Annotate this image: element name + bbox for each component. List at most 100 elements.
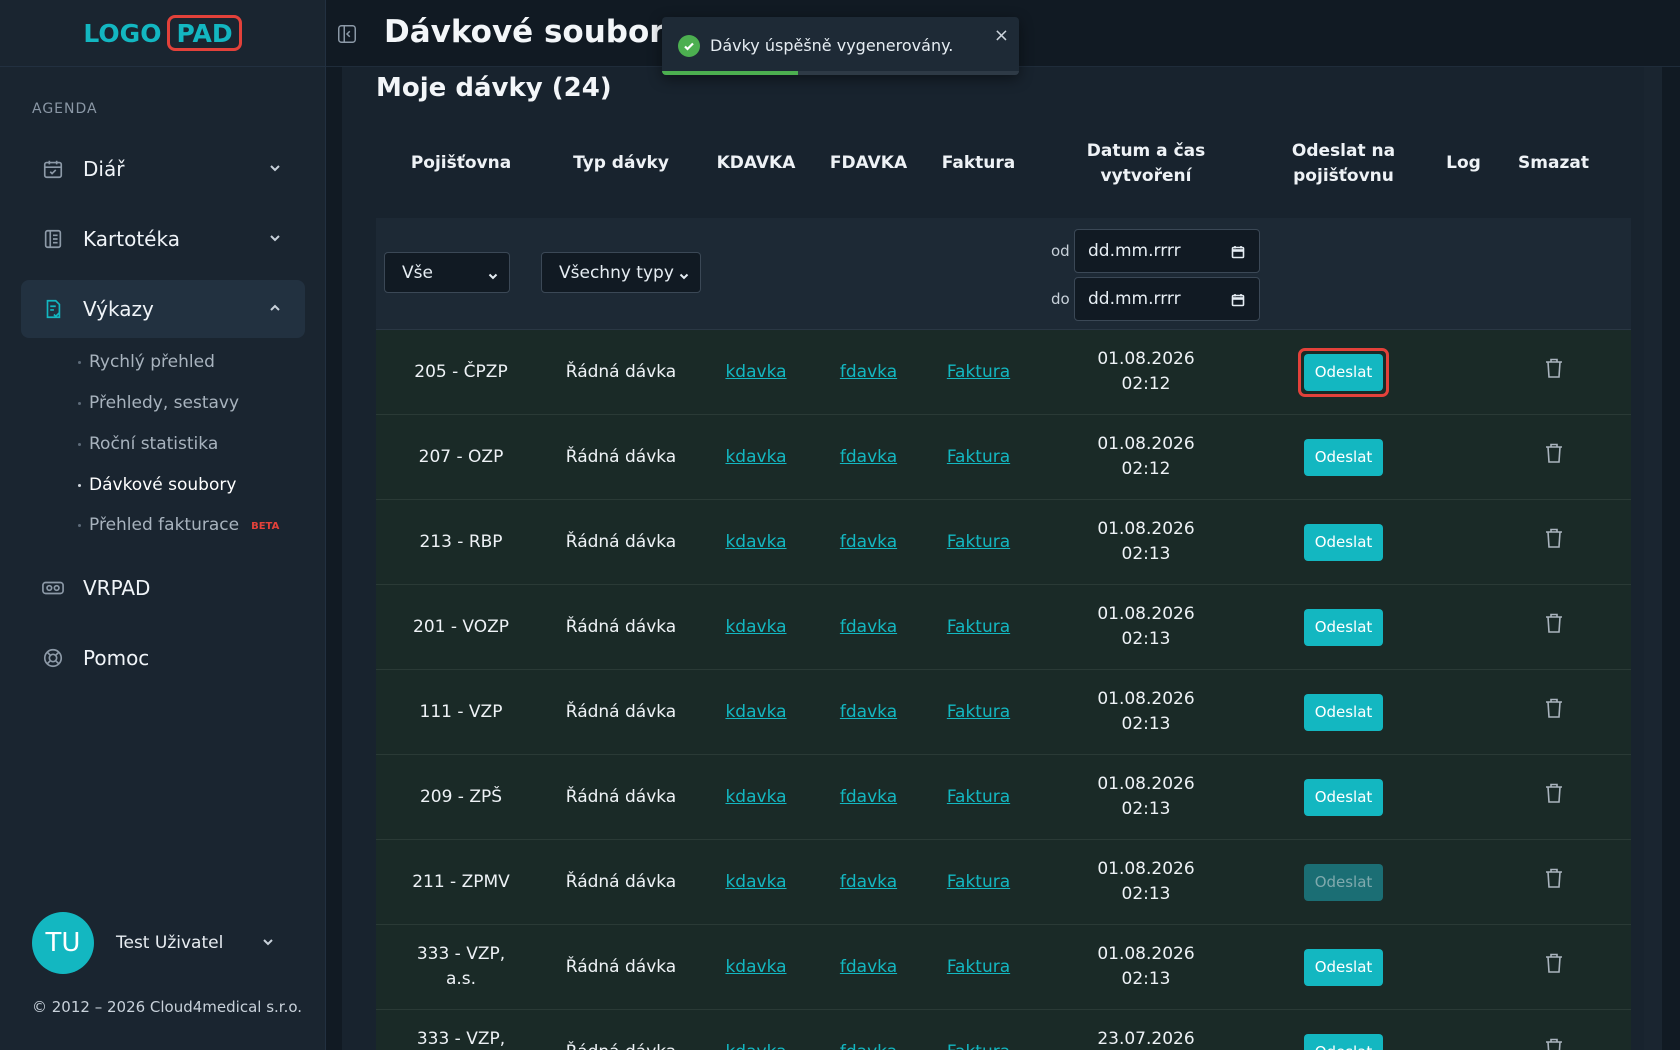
faktura-link[interactable]: Faktura <box>947 532 1010 552</box>
faktura-link[interactable]: Faktura <box>947 1042 1010 1050</box>
insurer-line1: 209 - ZPŠ <box>419 786 503 807</box>
created-date: 01.08.2026 <box>1097 774 1195 794</box>
cell-smazat <box>1496 697 1611 727</box>
user-menu[interactable]: TU Test Uživatel <box>32 912 273 974</box>
type-filter-select[interactable]: Všechny typy <box>541 252 701 293</box>
date-to-input[interactable]: dd.mm.rrrr <box>1074 277 1260 321</box>
kdavka-link[interactable]: kdavka <box>725 702 786 722</box>
send-button[interactable]: Odeslat <box>1303 438 1384 476</box>
cell-datum: 01.08.2026 02:13 <box>1036 517 1256 567</box>
fdavka-link[interactable]: fdavka <box>840 532 897 552</box>
trash-icon[interactable] <box>1544 527 1564 549</box>
sidebar-subitem-rocni-statistika[interactable]: Roční statistika <box>78 434 218 454</box>
col-typ[interactable]: Typ dávky <box>546 151 696 176</box>
faktura-link[interactable]: Faktura <box>947 957 1010 977</box>
toast-progress <box>662 71 1019 75</box>
faktura-link[interactable]: Faktura <box>947 617 1010 637</box>
fdavka-link[interactable]: fdavka <box>840 872 897 892</box>
trash-icon[interactable] <box>1544 612 1564 634</box>
created-time: 02:13 <box>1121 799 1171 819</box>
calendar-icon[interactable] <box>1231 244 1245 259</box>
trash-icon[interactable] <box>1544 697 1564 719</box>
send-button[interactable]: Odeslat <box>1303 778 1384 816</box>
success-toast: Dávky úspěšně vygenerovány. × <box>662 17 1019 75</box>
cell-smazat <box>1496 612 1611 642</box>
section-title: Moje dávky (24) <box>376 73 612 103</box>
sidebar-item-kartoteka[interactable]: Kartotéka <box>21 210 305 268</box>
fdavka-link[interactable]: fdavka <box>840 447 897 467</box>
fdavka-link[interactable]: fdavka <box>840 617 897 637</box>
cell-pojistovna: 211 - ZPMV <box>376 870 546 895</box>
kdavka-link[interactable]: kdavka <box>725 447 786 467</box>
sidebar-subitem-davkove-soubory[interactable]: Dávkové soubory <box>78 475 236 495</box>
kdavka-link[interactable]: kdavka <box>725 617 786 637</box>
calendar-icon[interactable] <box>1231 292 1245 307</box>
sidebar-subitem-prehledy-sestavy[interactable]: Přehledy, sestavy <box>78 393 239 413</box>
scrollbar[interactable] <box>1644 67 1662 1050</box>
trash-icon[interactable] <box>1544 782 1564 804</box>
cell-datum: 01.08.2026 02:13 <box>1036 687 1256 737</box>
send-button[interactable]: Odeslat <box>1303 948 1384 986</box>
kdavka-link[interactable]: kdavka <box>725 1042 786 1050</box>
cell-odeslat: Odeslat <box>1256 778 1431 816</box>
kdavka-link[interactable]: kdavka <box>725 362 786 382</box>
trash-icon[interactable] <box>1544 1037 1564 1050</box>
chevron-down-icon <box>260 934 276 950</box>
kdavka-link[interactable]: kdavka <box>725 787 786 807</box>
kdavka-link[interactable]: kdavka <box>725 872 786 892</box>
cell-typ: Řádná dávka <box>546 615 696 640</box>
book-icon <box>41 227 65 251</box>
sidebar-collapse-icon[interactable] <box>336 23 358 45</box>
bullet-dot <box>78 360 81 364</box>
faktura-link[interactable]: Faktura <box>947 447 1010 467</box>
col-pojistovna[interactable]: Pojišťovna <box>376 151 546 176</box>
kdavka-link[interactable]: kdavka <box>725 532 786 552</box>
send-button[interactable]: Odeslat <box>1303 608 1384 646</box>
trash-icon[interactable] <box>1544 357 1564 379</box>
cell-typ: Řádná dávka <box>546 530 696 555</box>
fdavka-link[interactable]: fdavka <box>840 702 897 722</box>
col-datum[interactable]: Datum a čas vytvoření <box>1036 139 1256 189</box>
trash-icon[interactable] <box>1544 867 1564 889</box>
sidebar-item-pomoc[interactable]: Pomoc <box>21 629 305 687</box>
send-button[interactable]: Odeslat <box>1303 1033 1384 1050</box>
faktura-link[interactable]: Faktura <box>947 787 1010 807</box>
fdavka-link[interactable]: fdavka <box>840 787 897 807</box>
trash-icon[interactable] <box>1544 952 1564 974</box>
lifebuoy-icon <box>41 646 65 670</box>
table-header: Pojišťovna Typ dávky KDAVKA FDAVKA Faktu… <box>376 109 1631 218</box>
cell-typ: Řádná dávka <box>546 870 696 895</box>
date-from-input[interactable]: dd.mm.rrrr <box>1074 229 1260 273</box>
cell-datum: 23.07.202600:15 <box>1036 1027 1256 1050</box>
logo[interactable]: LOGO PAD <box>83 15 242 51</box>
sidebar-subitem-prehled-fakturace[interactable]: Přehled fakturace BETA <box>78 515 279 535</box>
sidebar-item-vykazy[interactable]: Výkazy <box>21 280 305 338</box>
send-button[interactable]: Odeslat <box>1303 863 1384 901</box>
sidebar-item-vrpad[interactable]: VRPAD <box>21 559 305 617</box>
check-circle-icon <box>678 35 700 57</box>
fdavka-link[interactable]: fdavka <box>840 1042 897 1050</box>
sidebar-subitem-rychly-prehled[interactable]: Rychlý přehled <box>78 352 215 372</box>
batch-type: Řádná dávka <box>565 871 677 892</box>
chevron-up-icon <box>267 300 283 316</box>
cell-pojistovna: 213 - RBP <box>376 530 546 555</box>
send-button[interactable]: Odeslat <box>1303 353 1384 391</box>
cell-smazat <box>1496 1037 1611 1050</box>
sidebar-item-label: Pomoc <box>83 646 150 670</box>
kdavka-link[interactable]: kdavka <box>725 957 786 977</box>
fdavka-link[interactable]: fdavka <box>840 957 897 977</box>
faktura-link[interactable]: Faktura <box>947 872 1010 892</box>
close-icon[interactable]: × <box>994 25 1009 46</box>
faktura-link[interactable]: Faktura <box>947 702 1010 722</box>
sidebar-item-diar[interactable]: Diář <box>21 140 305 198</box>
fdavka-link[interactable]: fdavka <box>840 362 897 382</box>
copyright: © 2012 – 2026 Cloud4medical s.r.o. <box>32 998 303 1016</box>
col-datum-line2: vytvoření <box>1100 165 1192 186</box>
trash-icon[interactable] <box>1544 442 1564 464</box>
cell-typ: Řádná dávka <box>546 360 696 385</box>
col-odeslat: Odeslat na pojišťovnu <box>1256 139 1431 189</box>
insurer-filter-select[interactable]: Vše <box>384 252 510 293</box>
faktura-link[interactable]: Faktura <box>947 362 1010 382</box>
send-button[interactable]: Odeslat <box>1303 693 1384 731</box>
send-button[interactable]: Odeslat <box>1303 523 1384 561</box>
